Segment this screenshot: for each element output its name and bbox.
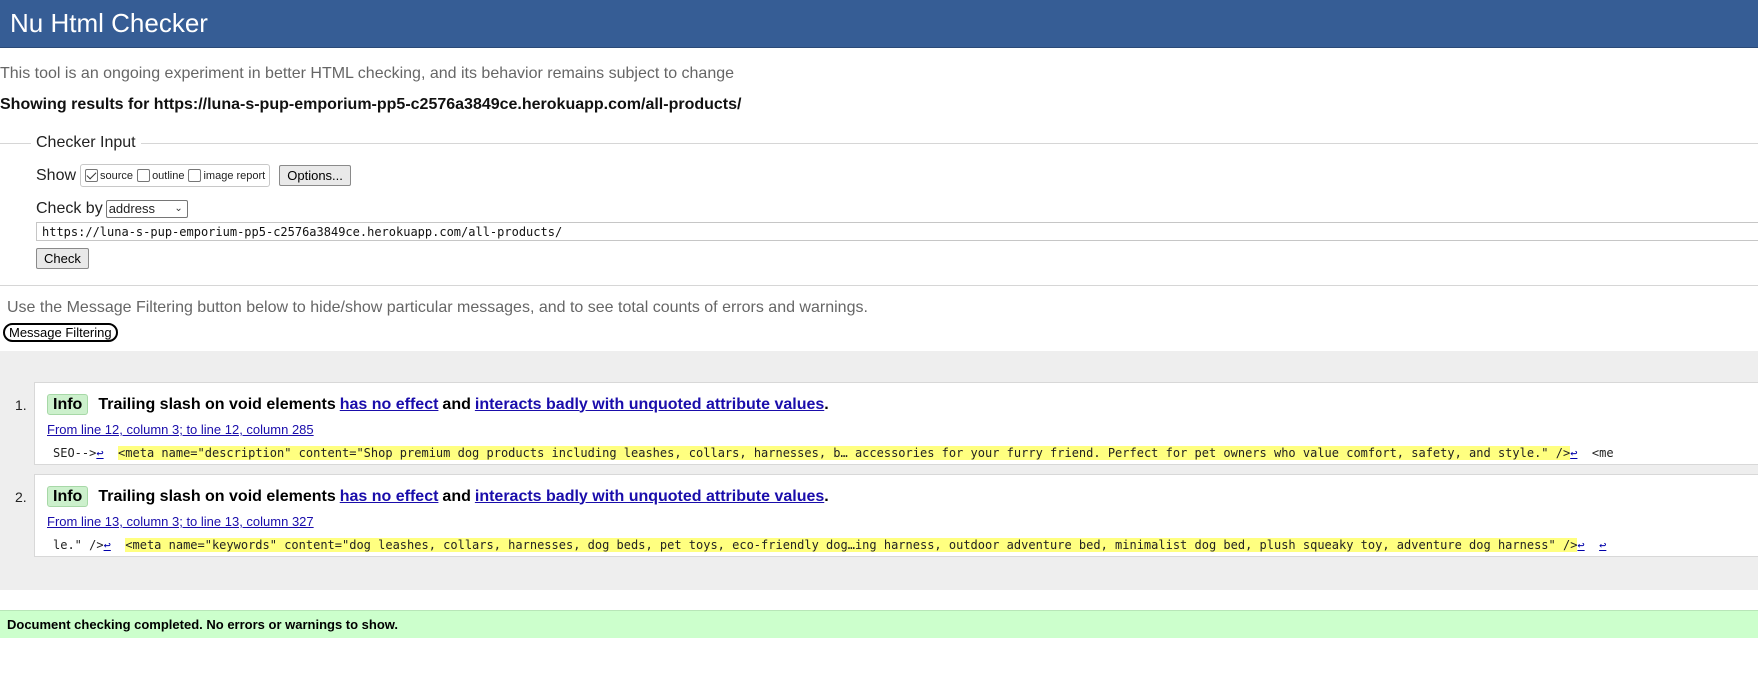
has-no-effect-link[interactable]: has no effect [340, 396, 439, 414]
check-by-select[interactable]: address ⌄ [105, 200, 188, 218]
check-by-value: address [108, 201, 155, 216]
message-number: 1. [15, 397, 27, 413]
result-message: 1. Info Trailing slash on void elements … [15, 382, 1758, 465]
return-icon: ↩ [1577, 538, 1585, 552]
message-location: From line 13, column 3; to line 13, colu… [47, 514, 1758, 529]
outline-checkbox-label[interactable]: outline [152, 170, 184, 182]
location-link[interactable]: From line 12, column 3; to line 12, colu… [47, 422, 314, 437]
message-filtering-button[interactable]: Message Filtering [3, 323, 118, 342]
code-highlight: <meta name="description" content="Shop p… [118, 446, 1571, 460]
message-location: From line 12, column 3; to line 12, colu… [47, 422, 1758, 437]
message-text-and: and [442, 395, 471, 413]
message-period: . [824, 487, 829, 505]
status-message: Document checking completed. No errors o… [0, 610, 1758, 638]
show-row: Show source outline image report Options… [36, 164, 1758, 187]
message-text: Trailing slash on void elements [98, 395, 336, 413]
return-icon: ↩ [1599, 538, 1607, 552]
message-text-and: and [442, 487, 471, 505]
result-message: 2. Info Trailing slash on void elements … [15, 474, 1758, 557]
app-header: Nu Html Checker [0, 0, 1758, 48]
code-extract: le." />↩ <meta name="keywords" content="… [53, 536, 1758, 554]
source-checkbox[interactable] [85, 169, 99, 182]
url-input[interactable]: https://luna-s-pup-emporium-pp5-c2576a38… [36, 222, 1758, 241]
return-icon: ↩ [103, 538, 111, 552]
has-no-effect-link[interactable]: has no effect [340, 488, 439, 506]
message-heading: Info Trailing slash on void elements has… [47, 394, 1758, 415]
source-checkbox-label[interactable]: source [100, 170, 133, 182]
message-text: Trailing slash on void elements [98, 487, 336, 505]
code-extract: SEO-->↩ <meta name="description" content… [53, 444, 1758, 462]
image-report-checkbox-label[interactable]: image report [203, 170, 265, 182]
intro-text: This tool is an ongoing experiment in be… [0, 65, 735, 82]
info-badge: Info [47, 394, 89, 415]
show-options-group: source outline image report [80, 164, 271, 187]
code-context-before: SEO--> [53, 446, 97, 460]
check-by-row: Check by address ⌄ [36, 200, 1758, 218]
location-link[interactable]: From line 13, column 3; to line 13, colu… [47, 514, 314, 529]
code-context-before: le." /> [53, 538, 104, 552]
info-badge: Info [47, 486, 89, 507]
message-period: . [824, 395, 829, 413]
message-number: 2. [15, 489, 27, 505]
app-title: Nu Html Checker [10, 8, 208, 38]
results-list: 1. Info Trailing slash on void elements … [0, 351, 1758, 590]
return-icon: ↩ [1570, 446, 1578, 460]
showing-results-heading: Showing results for https://luna-s-pup-e… [0, 96, 742, 113]
unquoted-attributes-link[interactable]: interacts badly with unquoted attribute … [475, 396, 824, 414]
outline-checkbox[interactable] [137, 169, 151, 182]
code-context-after: <me [1591, 446, 1614, 460]
image-report-checkbox[interactable] [188, 169, 202, 182]
checker-input-legend: Checker Input [36, 134, 136, 151]
code-highlight: <meta name="keywords" content="dog leash… [125, 538, 1578, 552]
return-icon: ↩ [96, 446, 104, 460]
options-button[interactable]: Options... [279, 165, 351, 186]
checker-input-panel: Checker Input Show source outline image … [0, 134, 1758, 286]
unquoted-attributes-link[interactable]: interacts badly with unquoted attribute … [475, 488, 824, 506]
filter-note: Use the Message Filtering button below t… [7, 299, 868, 316]
check-button[interactable]: Check [36, 248, 89, 269]
message-heading: Info Trailing slash on void elements has… [47, 486, 1758, 507]
show-label: Show [36, 166, 77, 184]
check-by-label: Check by [36, 200, 103, 217]
chevron-down-icon: ⌄ [174, 203, 183, 214]
